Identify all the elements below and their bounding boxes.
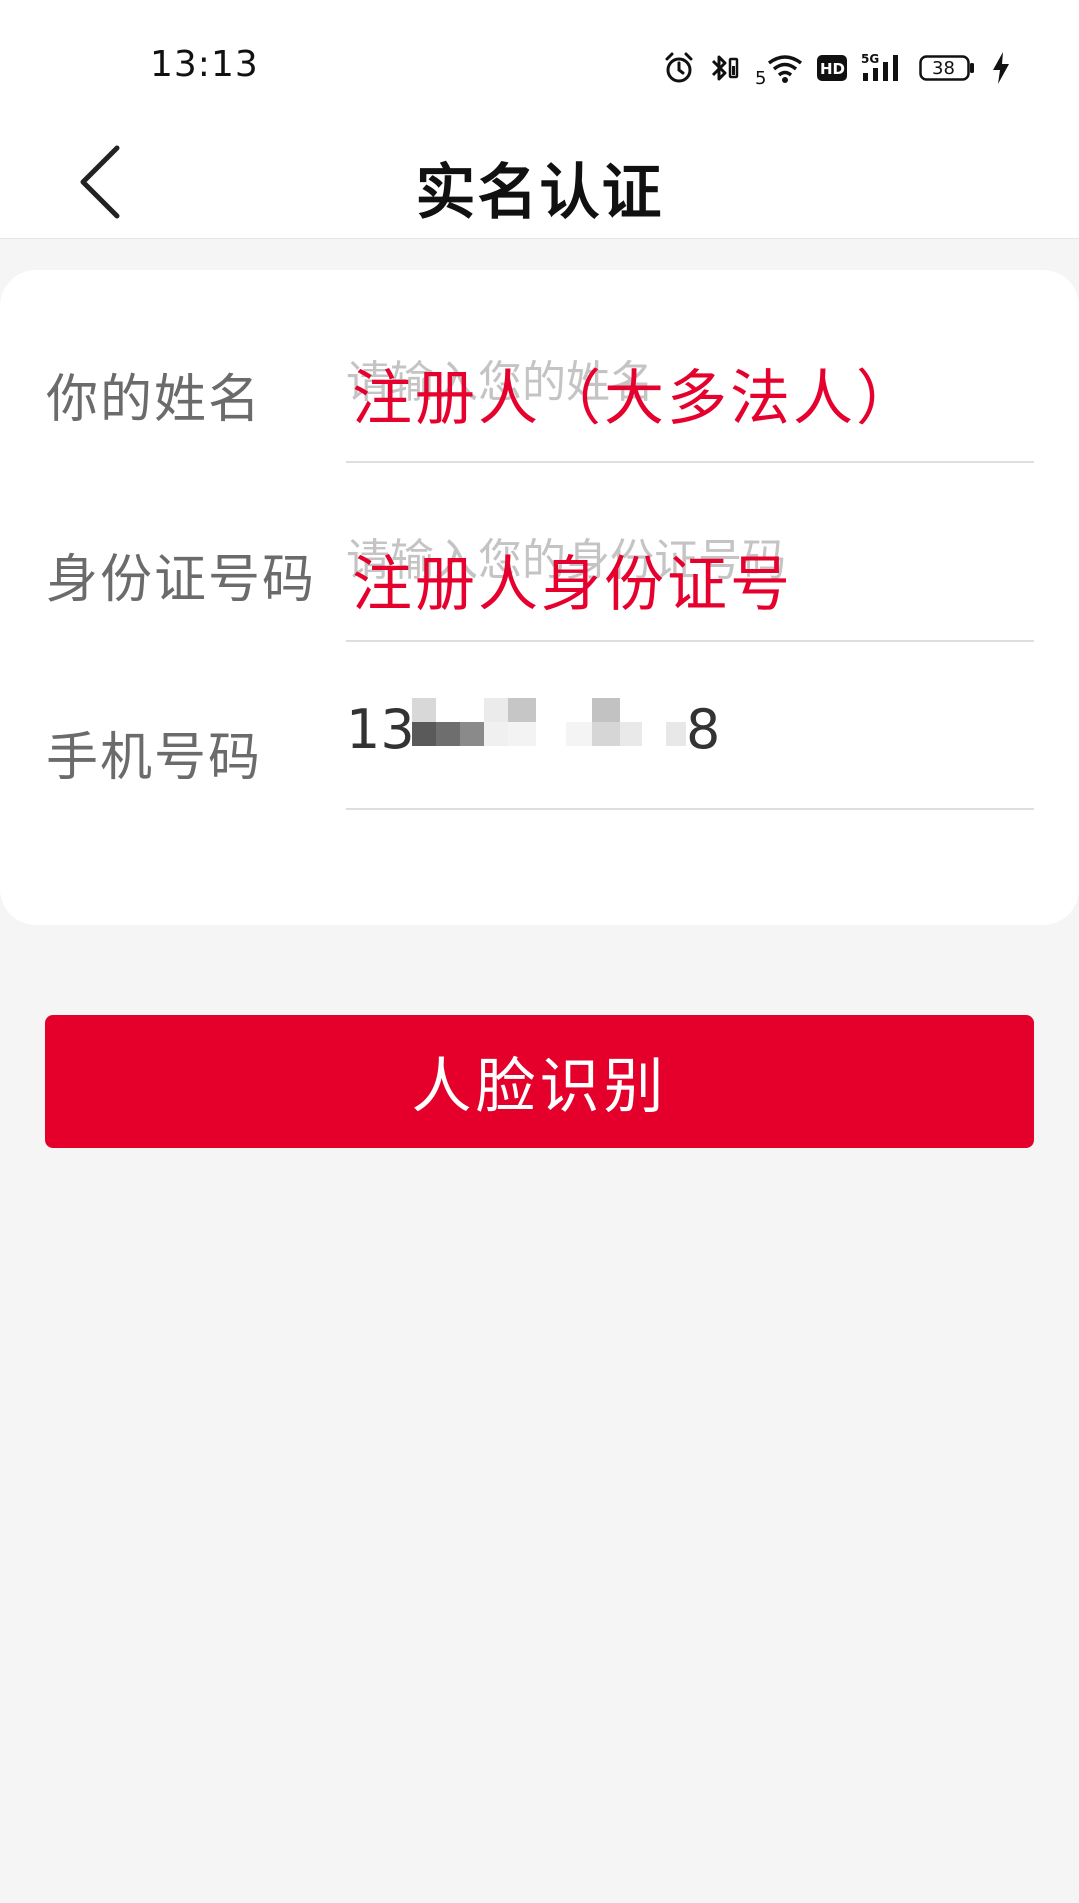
status-time: 13:13 (150, 44, 259, 85)
phone-suffix-wrap: 8 (686, 698, 720, 761)
id-number-row: 身份证号码 注册人身份证号 (0, 450, 1079, 620)
id-number-label: 身份证号码 (46, 550, 317, 610)
status-icons: 5 HD 5G 38 (663, 48, 1011, 88)
signal-5g-icon: 5G (861, 52, 898, 81)
name-input[interactable] (346, 352, 1034, 412)
phone-row: 手机号码 13 8 (0, 630, 1079, 788)
hd-icon: HD (817, 55, 847, 81)
bluetooth-icon (711, 55, 739, 81)
phone-prefix: 13 (346, 698, 415, 761)
verification-form-card: 你的姓名 注册人（大多法人） 身份证号码 注册人身份证号 手机号码 13 8 (0, 270, 1079, 925)
status-bar: 13:13 5 HD 5G 38 (0, 0, 1079, 120)
name-row: 你的姓名 注册人（大多法人） (0, 270, 1079, 434)
network-label: 5G (861, 52, 879, 66)
phone-value[interactable]: 13 (346, 698, 415, 761)
battery-level: 38 (932, 58, 955, 79)
phone-label: 手机号码 (46, 728, 263, 788)
alarm-icon (665, 52, 693, 83)
wifi-icon: 5 (755, 55, 803, 85)
battery-icon: 38 (919, 55, 974, 81)
charging-icon (993, 52, 1009, 84)
face-recognition-button[interactable]: 人脸识别 (45, 1015, 1034, 1148)
id-number-input[interactable] (346, 530, 1034, 590)
hd-badge: HD (820, 60, 845, 78)
page-title: 实名认证 (415, 158, 664, 228)
phone-suffix: 8 (686, 698, 721, 761)
name-label: 你的姓名 (46, 370, 263, 430)
wifi-badge: 5 (755, 68, 766, 85)
phone-underline (346, 808, 1034, 810)
navigation-bar: 实名认证 (0, 120, 1079, 239)
